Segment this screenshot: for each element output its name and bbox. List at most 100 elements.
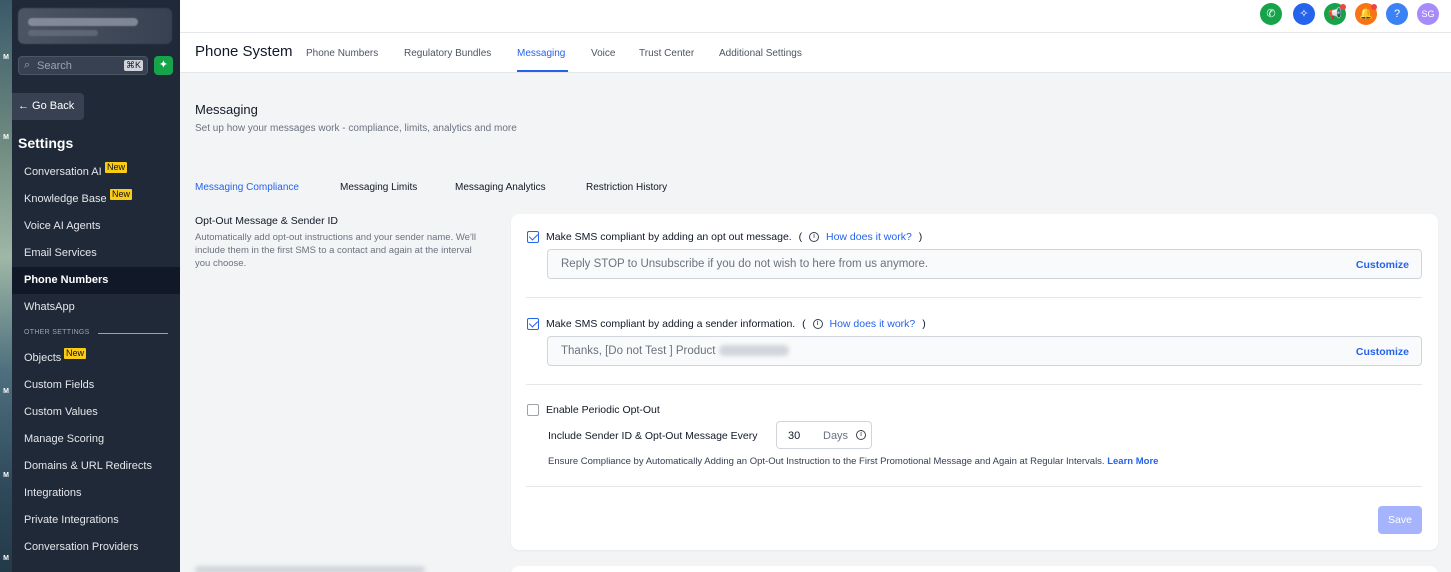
periodic-optout-checkbox[interactable] [527,404,539,416]
sidebar-item-whatsapp[interactable]: WhatsApp [12,294,180,321]
section-title: Messaging [195,102,258,117]
tab-trust-center[interactable]: Trust Center [639,48,694,59]
optout-paren-open: ( [798,231,803,243]
rail-mark: M [3,388,9,395]
tab-phone-numbers[interactable]: Phone Numbers [306,48,378,59]
divider [526,486,1422,487]
settings-title: Settings [18,135,74,151]
sidebar-section-label: OTHER SETTINGS [12,321,180,345]
sidebar-item-custom-fields[interactable]: Custom Fields [12,372,180,399]
section-label-text: OTHER SETTINGS [24,329,90,336]
sender-label-row: Make SMS compliant by adding a sender in… [546,318,926,330]
account-switcher[interactable] [18,8,172,44]
subtab-messaging-compliance[interactable]: Messaging Compliance [195,182,299,193]
notification-dot [1340,4,1346,10]
sender-info-field[interactable]: Thanks, [Do not Test ] Product Customize [547,336,1422,366]
quick-action-button[interactable]: ✦ [154,56,173,75]
new-badge: New [64,348,87,359]
optout-heading: Opt-Out Message & Sender ID [195,215,338,227]
sidebar-item-label: Custom Values [24,406,98,418]
divider [526,384,1422,385]
sidebar-item-label: Conversation Providers [24,541,139,553]
next-section-card [511,566,1438,572]
new-badge: New [105,162,128,173]
optout-checkbox[interactable] [527,231,539,243]
learn-more-link[interactable]: Learn More [1107,456,1158,467]
search-input[interactable]: ⌕ Search ⌘K [18,56,148,75]
notification-dot [1371,4,1377,10]
background-wallpaper-strip: M M M M M [0,0,12,572]
sidebar-item-integrations[interactable]: Integrations [12,480,180,507]
announcements-button[interactable]: 📢 [1324,3,1346,25]
settings-nav: Conversation AI New Knowledge Base New Voice… [12,159,180,561]
page-header: Phone System Phone Numbers Regulatory Bu… [180,33,1451,73]
optout-message-field[interactable]: Reply STOP to Unsubscribe if you do not … [547,249,1422,279]
search-icon: ⌕ [24,59,31,71]
sparkle-icon: ✦ [158,59,169,71]
sender-how-link[interactable]: How does it work? [829,318,915,330]
notifications-button[interactable]: 🔔 [1355,3,1377,25]
sidebar-item-label: Objects [24,352,62,364]
sender-checkbox[interactable] [527,318,539,330]
sidebar-item-label: Voice AI Agents [24,220,101,232]
phone-button[interactable]: ✆ [1260,3,1282,25]
section-subtitle: Set up how your messages work - complian… [195,123,517,134]
subtab-messaging-limits[interactable]: Messaging Limits [340,182,417,193]
megaphone-icon: 📢 [1328,8,1342,20]
subtab-restriction-history[interactable]: Restriction History [586,182,667,193]
tab-voice[interactable]: Voice [591,48,615,59]
optout-message-value: Reply STOP to Unsubscribe if you do not … [561,258,929,270]
sidebar-item-domains-url-redirects[interactable]: Domains & URL Redirects [12,453,180,480]
tab-additional-settings[interactable]: Additional Settings [719,48,802,59]
sender-info-value: Thanks, [Do not Test ] Product [561,345,716,357]
rail-mark: M [3,54,9,61]
subtab-messaging-analytics[interactable]: Messaging Analytics [455,182,546,193]
save-button[interactable]: Save [1378,506,1422,534]
interval-unit: Days [823,430,849,442]
sidebar-item-manage-scoring[interactable]: Manage Scoring [12,426,180,453]
rail-mark: M [3,472,9,479]
sparkle-icon: ✧ [1299,8,1309,20]
sidebar-item-label: Manage Scoring [24,433,105,445]
interval-label: Include Sender ID & Opt-Out Message Ever… [548,430,758,442]
divider [526,297,1422,298]
sidebar-item-label: Phone Numbers [24,274,109,286]
sender-paren-close: ) [922,318,926,330]
phone-icon: ✆ [1266,8,1276,20]
sidebar-item-custom-values[interactable]: Custom Values [12,399,180,426]
optout-description-block: Opt-Out Message & Sender ID Automaticall… [195,215,485,270]
optout-customize-button[interactable]: Customize [1356,259,1409,271]
interval-days-input[interactable]: 30 Days i [776,421,872,449]
info-icon: i [809,232,820,243]
tab-messaging[interactable]: Messaging [517,48,565,59]
search-placeholder: Search [37,60,72,72]
sidebar-item-email-services[interactable]: Email Services [12,240,180,267]
periodic-optout-label: Enable Periodic Opt-Out [546,404,660,416]
sidebar-item-knowledge-base[interactable]: Knowledge Base New [12,186,180,213]
interval-value: 30 [788,430,801,442]
sender-paren-open: ( [802,318,806,330]
help-icon: ? [1393,8,1401,20]
sidebar-item-phone-numbers[interactable]: Phone Numbers [12,267,180,294]
optout-label-row: Make SMS compliant by adding an opt out … [546,231,922,243]
sidebar-item-private-integrations[interactable]: Private Integrations [12,507,180,534]
sidebar-item-label: Integrations [24,487,82,499]
user-avatar[interactable]: SG [1417,3,1439,25]
rail-mark: M [3,555,9,562]
sender-info-value-row: Thanks, [Do not Test ] Product [561,345,790,357]
optout-paren-close: ) [918,231,923,243]
sidebar-item-conversation-ai[interactable]: Conversation AI New [12,159,180,186]
sender-customize-button[interactable]: Customize [1356,346,1409,358]
tab-regulatory-bundles[interactable]: Regulatory Bundles [404,48,491,59]
top-bar: ✆ ✧ 📢 🔔 ? SG [180,0,1451,33]
sidebar-item-label: Conversation AI [24,166,102,178]
help-button[interactable]: ? [1386,3,1408,25]
sidebar-item-voice-ai-agents[interactable]: Voice AI Agents [12,213,180,240]
ai-assistant-button[interactable]: ✧ [1293,3,1315,25]
sidebar-item-conversation-providers[interactable]: Conversation Providers [12,534,180,561]
info-icon: i [856,430,866,440]
compliance-note-text: Ensure Compliance by Automatically Addin… [548,456,1105,467]
go-back-button[interactable]: ← Go Back [12,93,84,120]
sidebar-item-objects[interactable]: Objects New [12,345,180,372]
optout-how-link[interactable]: How does it work? [826,231,912,243]
